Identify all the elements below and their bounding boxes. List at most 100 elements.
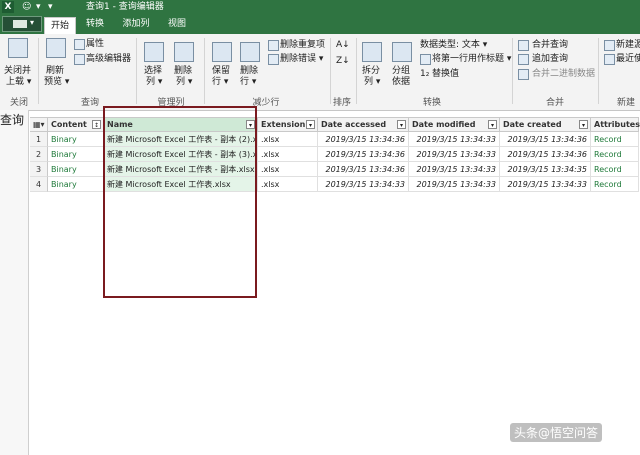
extension-cell[interactable]: .xlsx [258, 132, 318, 147]
content-cell[interactable]: Binary [48, 162, 104, 177]
date-modified-cell[interactable]: 2019/3/15 13:34:33 [409, 162, 500, 177]
row-number[interactable]: 3 [30, 162, 48, 177]
filter-dropdown-icon[interactable]: ▾ [306, 120, 315, 129]
tab-transform[interactable]: 转换 [80, 16, 110, 32]
group-label-sort: 排序 [332, 98, 351, 108]
row-number[interactable]: 2 [30, 147, 48, 162]
close-load-button[interactable]: 关闭并 [4, 66, 31, 77]
date-modified-cell[interactable]: 2019/3/15 13:34:33 [409, 147, 500, 162]
filter-dropdown-icon[interactable]: ▾ [579, 120, 588, 129]
filter-dropdown-icon[interactable]: ▾ [397, 120, 406, 129]
qat-customize-icon[interactable]: ▾ [48, 1, 53, 13]
delete-rows-icon [240, 42, 260, 62]
date-accessed-cell[interactable]: 2019/3/15 13:34:33 [318, 177, 409, 192]
excel-app-icon[interactable]: X [2, 1, 14, 13]
date-created-cell[interactable]: 2019/3/15 13:34:36 [500, 147, 591, 162]
recent-sources-icon [604, 54, 615, 65]
date-created-cell[interactable]: 2019/3/15 13:34:35 [500, 162, 591, 177]
keep-rows-button[interactable]: 保留 [212, 66, 230, 77]
attributes-cell[interactable]: Record [591, 147, 639, 162]
group-by-icon [392, 42, 412, 62]
content-cell[interactable]: Binary [48, 177, 104, 192]
date-modified-cell[interactable]: 2019/3/15 13:34:33 [409, 177, 500, 192]
date-modified-cell[interactable]: 2019/3/15 13:34:33 [409, 132, 500, 147]
extension-cell[interactable]: .xlsx [258, 147, 318, 162]
content-cell[interactable]: Binary [48, 147, 104, 162]
remove-columns-icon [174, 42, 194, 62]
row-number[interactable]: 4 [30, 177, 48, 192]
replace-values-button[interactable]: 替换值 [432, 69, 459, 80]
append-queries-button[interactable]: 追加查询 [532, 54, 568, 65]
tab-add-column[interactable]: 添加列 [116, 16, 156, 32]
queries-pane-label: 查询 [0, 113, 25, 127]
combine-binaries-button[interactable]: 合并二进制数据 [532, 69, 595, 80]
delete-rows-button[interactable]: 删除 [240, 66, 258, 77]
choose-columns-button[interactable]: 选择 [144, 66, 162, 77]
choose-columns-button-line2[interactable]: 列 ▾ [146, 77, 162, 88]
properties-icon [74, 39, 85, 50]
extension-cell[interactable]: .xlsx [258, 177, 318, 192]
ribbon-separator [356, 38, 357, 104]
new-source-icon [604, 40, 615, 51]
group-by-button[interactable]: 分组 [392, 66, 410, 77]
qat-dropdown-icon[interactable]: ▾ [36, 1, 41, 13]
column-header-date-accessed[interactable]: Date accessed ▾ [318, 117, 409, 132]
date-created-cell[interactable]: 2019/3/15 13:34:36 [500, 132, 591, 147]
close-load-button-line2[interactable]: 上载 ▾ [6, 77, 31, 88]
column-header-date-modified[interactable]: Date modified ▾ [409, 117, 500, 132]
row-number[interactable]: 1 [30, 132, 48, 147]
refresh-preview-button-line2[interactable]: 预览 ▾ [44, 77, 69, 88]
date-accessed-cell[interactable]: 2019/3/15 13:34:36 [318, 147, 409, 162]
refresh-preview-button[interactable]: 刷新 [46, 66, 64, 77]
date-accessed-cell[interactable]: 2019/3/15 13:34:36 [318, 162, 409, 177]
remove-duplicates-icon [268, 40, 279, 51]
group-label-new-query: 新建 [616, 98, 635, 108]
advanced-editor-icon [74, 54, 85, 65]
attributes-cell[interactable]: Record [591, 162, 639, 177]
sort-ascending-icon[interactable]: A↓ [336, 40, 350, 51]
keep-rows-icon [212, 42, 232, 62]
column-header-attributes[interactable]: Attributes [591, 117, 640, 132]
ribbon-separator [136, 38, 137, 104]
use-first-row-header-button[interactable]: 将第一行用作标题 ▾ [432, 54, 511, 65]
column-header-content[interactable]: Content ↕ [48, 117, 104, 132]
extension-cell[interactable]: .xlsx [258, 162, 318, 177]
smiley-feedback-icon[interactable]: ☺ [22, 1, 31, 13]
tab-home[interactable]: 开始 [44, 17, 76, 35]
table-corner-menu[interactable]: ▦▾ [30, 117, 48, 132]
watermark: 头条@悟空问答 [510, 423, 603, 442]
tab-view[interactable]: 视图 [162, 16, 192, 32]
remove-columns-button[interactable]: 删除 [174, 66, 192, 77]
remove-columns-button-line2[interactable]: 列 ▾ [176, 77, 192, 88]
advanced-editor-button[interactable]: 高级编辑器 [86, 54, 131, 65]
remove-errors-button[interactable]: 删除错误 ▾ [280, 54, 323, 65]
column-header-extension[interactable]: Extension ▾ [258, 117, 318, 132]
attributes-cell[interactable]: Record [591, 132, 639, 147]
split-column-button[interactable]: 拆分 [362, 66, 380, 77]
ribbon-tab-row: ▾ 开始 转换 添加列 视图 [0, 14, 640, 35]
group-label-close: 关闭 [9, 98, 28, 108]
keep-rows-button-line2[interactable]: 行 ▾ [212, 77, 228, 88]
group-by-button-line2[interactable]: 依据 [392, 77, 410, 88]
data-type-dropdown[interactable]: 数据类型: 文本 ▾ [420, 40, 487, 51]
sort-descending-icon[interactable]: Z↓ [336, 56, 350, 67]
new-source-button[interactable]: 新建源 [616, 40, 640, 51]
filter-dropdown-icon[interactable]: ▾ [488, 120, 497, 129]
choose-columns-icon [144, 42, 164, 62]
file-menu-button[interactable]: ▾ [2, 16, 42, 32]
delete-rows-button-line2[interactable]: 行 ▾ [240, 77, 256, 88]
properties-button[interactable]: 属性 [86, 39, 104, 50]
column-header-date-created[interactable]: Date created ▾ [500, 117, 591, 132]
remove-duplicates-button[interactable]: 删除重复项 [280, 40, 325, 51]
file-menu-icon [13, 20, 27, 28]
attributes-cell[interactable]: Record [591, 177, 639, 192]
chevron-down-icon: ▾ [30, 18, 35, 27]
recent-sources-button[interactable]: 最近使 [616, 54, 640, 65]
queries-pane[interactable]: 查询 [0, 110, 29, 455]
split-column-button-line2[interactable]: 列 ▾ [364, 77, 380, 88]
date-accessed-cell[interactable]: 2019/3/15 13:34:36 [318, 132, 409, 147]
date-created-cell[interactable]: 2019/3/15 13:34:33 [500, 177, 591, 192]
expand-icon[interactable]: ↕ [92, 120, 101, 129]
merge-queries-button[interactable]: 合并查询 [532, 40, 568, 51]
content-cell[interactable]: Binary [48, 132, 104, 147]
